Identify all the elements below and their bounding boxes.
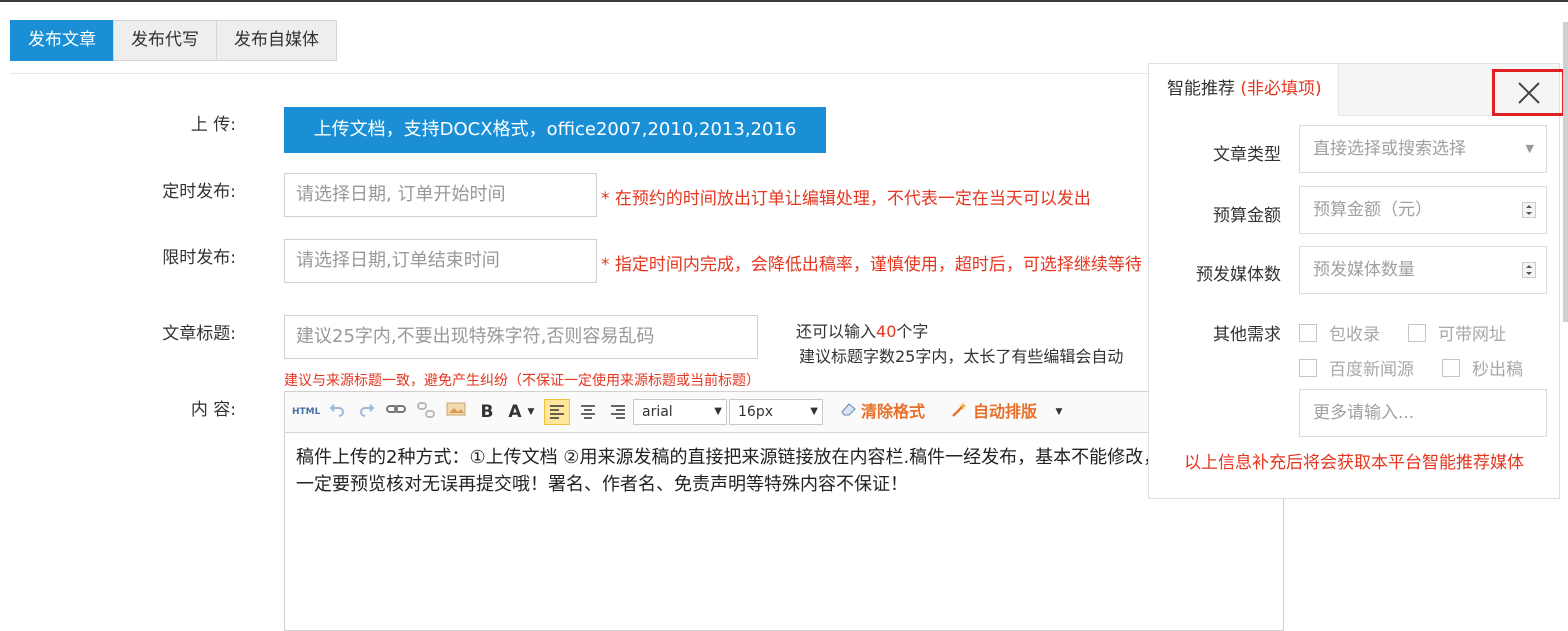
- title-counter: 还可以输入40个字: [796, 318, 928, 342]
- option-baidu-news[interactable]: 百度新闻源: [1299, 355, 1414, 380]
- budget-input[interactable]: 预算金额（元）: [1299, 186, 1547, 234]
- option-with-url[interactable]: 可带网址: [1408, 320, 1506, 345]
- chevron-down-icon: ▼: [714, 406, 722, 417]
- upload-label: 上 传:: [190, 115, 236, 135]
- eraser-icon: [839, 401, 859, 423]
- editor-toolbar: HTML B A ▼ arial ▼ 16px ▼ 清除格式 自动排版 ▼: [285, 392, 1283, 433]
- close-icon: [1517, 81, 1540, 104]
- deadline-label: 限时发布:: [162, 248, 236, 268]
- unlink-icon[interactable]: [415, 401, 437, 423]
- checkbox[interactable]: [1299, 323, 1317, 342]
- media-count-label: 预发媒体数: [1196, 265, 1281, 285]
- chevron-down-icon: ▼: [1525, 142, 1534, 155]
- rich-text-editor: HTML B A ▼ arial ▼ 16px ▼ 清除格式 自动排版 ▼ 稿件…: [284, 391, 1284, 631]
- font-family-value: arial: [642, 404, 673, 420]
- editor-content[interactable]: 稿件上传的2种方式：①上传文档 ②用来源发稿的直接把来源链接放在内容栏.稿件一经…: [296, 444, 1176, 498]
- budget-label: 预算金额: [1213, 206, 1281, 226]
- magic-wand-icon: [949, 401, 969, 423]
- redo-icon[interactable]: [357, 401, 377, 423]
- align-left-icon[interactable]: [544, 399, 570, 425]
- align-right-icon[interactable]: [606, 401, 630, 423]
- option-fast-publish[interactable]: 秒出稿: [1442, 355, 1523, 380]
- media-count-placeholder: 预发媒体数量: [1313, 260, 1415, 280]
- auto-layout-button[interactable]: 自动排版: [973, 401, 1037, 423]
- font-family-select[interactable]: arial ▼: [633, 399, 727, 425]
- font-color-dropdown-icon[interactable]: ▼: [525, 401, 537, 423]
- html-source-button[interactable]: HTML: [292, 401, 320, 423]
- smart-recommend-panel: 智能推荐 (非必填项) 文章类型 直接选择或搜索选择 ▼ 预算金额 预算金额（元…: [1148, 63, 1565, 499]
- deadline-note: * 指定时间内完成，会降低出稿率，谨慎使用，超时后，可选择继续等待: [601, 255, 1142, 275]
- option-label: 包收录: [1329, 325, 1380, 345]
- checkbox[interactable]: [1442, 358, 1460, 377]
- upload-document-button[interactable]: 上传文档，支持DOCX格式，office2007,2010,2013,2016: [284, 107, 826, 153]
- counter-number: 40: [876, 322, 897, 341]
- deadline-date-input[interactable]: 请选择日期,订单结束时间: [284, 239, 597, 283]
- checkbox[interactable]: [1408, 323, 1426, 342]
- number-spinner-icon[interactable]: [1522, 202, 1536, 218]
- media-count-input[interactable]: 预发媒体数量: [1299, 246, 1547, 294]
- tab-publish-ghostwrite[interactable]: 发布代写: [113, 20, 217, 61]
- schedule-date-input[interactable]: 请选择日期, 订单开始时间: [284, 173, 597, 217]
- font-color-button[interactable]: A: [505, 401, 525, 423]
- panel-optional-tag: (非必填项): [1240, 79, 1322, 99]
- counter-suffix: 个字: [896, 322, 929, 341]
- content-label: 内 容:: [190, 400, 236, 420]
- more-needs-input[interactable]: 更多请输入...: [1299, 389, 1547, 437]
- other-needs-label: 其他需求: [1213, 325, 1281, 345]
- font-size-select[interactable]: 16px ▼: [729, 399, 823, 425]
- schedule-note: * 在预约的时间放出订单让编辑处理，不代表一定在当天可以发出: [601, 189, 1091, 209]
- image-icon[interactable]: [445, 401, 467, 423]
- schedule-label: 定时发布:: [162, 182, 236, 202]
- tab-publish-self-media[interactable]: 发布自媒体: [216, 20, 337, 61]
- bold-button[interactable]: B: [477, 401, 497, 423]
- title-label: 文章标题:: [162, 324, 236, 344]
- auto-layout-dropdown-icon[interactable]: ▼: [1053, 401, 1065, 423]
- title-warning: 建议与来源标题一致，避免产生纠纷（不保证一定使用来源标题或当前标题）: [284, 373, 760, 389]
- publish-tabs: 发布文章 发布代写 发布自媒体: [10, 20, 337, 61]
- article-type-select[interactable]: 直接选择或搜索选择 ▼: [1299, 125, 1547, 173]
- top-border: [0, 0, 1568, 2]
- font-size-value: 16px: [738, 404, 773, 420]
- number-spinner-icon[interactable]: [1522, 262, 1536, 278]
- tab-publish-article[interactable]: 发布文章: [10, 20, 114, 61]
- page-scrollbar[interactable]: [1563, 22, 1568, 322]
- undo-icon[interactable]: [327, 401, 347, 423]
- article-title-input[interactable]: 建议25字内,不要出现特殊字符,否则容易乱码: [284, 315, 758, 359]
- option-indexed[interactable]: 包收录: [1299, 320, 1380, 345]
- panel-note: 以上信息补充后将会获取本平台智能推荐媒体: [1184, 453, 1524, 473]
- link-icon[interactable]: [385, 401, 407, 423]
- article-type-label: 文章类型: [1213, 145, 1281, 165]
- close-button[interactable]: [1492, 69, 1565, 116]
- clear-format-button[interactable]: 清除格式: [861, 401, 925, 423]
- title-length-hint: 建议标题字数25字内，太长了有些编辑会自动: [799, 347, 1124, 366]
- chevron-down-icon: ▼: [810, 406, 818, 417]
- option-label: 可带网址: [1438, 325, 1506, 345]
- option-label: 秒出稿: [1472, 360, 1523, 380]
- align-center-icon[interactable]: [576, 401, 600, 423]
- panel-tab-smart-recommend[interactable]: 智能推荐 (非必填项): [1149, 64, 1339, 116]
- article-type-placeholder: 直接选择或搜索选择: [1313, 139, 1466, 159]
- counter-prefix: 还可以输入: [796, 322, 877, 341]
- option-label: 百度新闻源: [1329, 360, 1414, 380]
- panel-title: 智能推荐: [1167, 79, 1235, 99]
- checkbox[interactable]: [1299, 358, 1317, 377]
- budget-placeholder: 预算金额（元）: [1313, 200, 1432, 220]
